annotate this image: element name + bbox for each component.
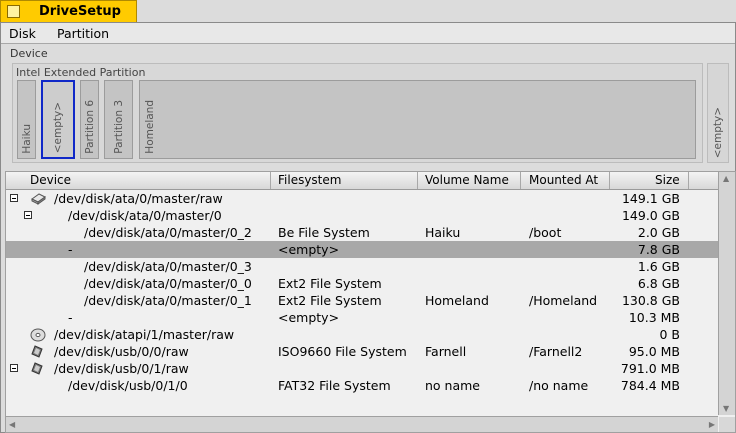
column-header-volume-name[interactable]: Volume Name xyxy=(425,173,509,188)
partition-table: Device Filesystem Volume Name Mounted At… xyxy=(5,171,736,433)
table-row[interactable]: - <empty> 7.8 GB xyxy=(6,241,718,258)
column-header-device[interactable]: Device xyxy=(30,173,71,188)
partition-segment-6[interactable]: Partition 6 xyxy=(80,80,99,159)
size-cell: 95.0 MB xyxy=(628,344,680,359)
segment-label: Partition 6 xyxy=(83,100,96,154)
device-cell: /dev/disk/ata/0/master/0_1 xyxy=(84,293,252,308)
column-header-mounted-at[interactable]: Mounted At xyxy=(529,173,598,188)
volume-name-cell: Homeland xyxy=(425,293,489,308)
device-cell: /dev/disk/usb/0/1/raw xyxy=(54,361,189,376)
size-cell: 784.4 MB xyxy=(620,378,680,393)
scroll-right-arrow-icon[interactable]: ▶ xyxy=(709,420,715,429)
device-cell: /dev/disk/ata/0/master/raw xyxy=(54,191,223,206)
partition-segment-empty-right[interactable]: <empty> xyxy=(707,63,729,163)
size-cell: 6.8 GB xyxy=(637,276,680,291)
device-section-label: Device xyxy=(10,47,48,60)
device-cell: /dev/disk/ata/0/master/0_2 xyxy=(84,225,252,240)
column-header-size[interactable]: Size xyxy=(655,173,680,188)
segment-label: <empty> xyxy=(52,101,64,153)
segment-label: <empty> xyxy=(712,106,724,158)
collapse-toggle-icon[interactable] xyxy=(24,211,32,219)
mounted-at-cell: /Homeland xyxy=(529,293,598,308)
device-cell: /dev/disk/atapi/1/master/raw xyxy=(54,327,235,342)
size-cell: 130.8 GB xyxy=(621,293,680,308)
scroll-down-arrow-icon[interactable]: ▼ xyxy=(723,404,729,413)
usb-drive-icon xyxy=(30,344,46,359)
table-row[interactable]: /dev/disk/usb/0/1/0 FAT32 File System no n… xyxy=(6,377,718,394)
close-button[interactable] xyxy=(7,5,20,18)
table-row[interactable]: /dev/disk/ata/0/master/0_3 1.6 GB xyxy=(6,258,718,275)
partition-segment-3[interactable]: Partition 3 xyxy=(104,80,133,159)
table-row[interactable]: /dev/disk/atapi/1/master/raw 0 B xyxy=(6,326,718,343)
size-cell: 10.3 MB xyxy=(628,310,680,325)
segment-label: Homeland xyxy=(144,100,156,154)
table-row[interactable]: - <empty> 10.3 MB xyxy=(6,309,718,326)
table-header: Device Filesystem Volume Name Mounted At… xyxy=(6,172,718,190)
table-row[interactable]: /dev/disk/ata/0/master/raw 149.1 GB xyxy=(6,190,718,207)
drivesetup-window: Disk Partition Device Intel Extended Par… xyxy=(0,22,736,433)
resize-corner[interactable] xyxy=(719,417,735,432)
column-header-filesystem[interactable]: Filesystem xyxy=(278,173,341,188)
filesystem-cell: <empty> xyxy=(278,310,340,325)
device-cell: /dev/disk/ata/0/master/0_0 xyxy=(84,276,252,291)
partition-segment-haiku[interactable]: Haiku xyxy=(17,80,36,159)
device-cell: /dev/disk/ata/0/master/0 xyxy=(68,208,222,223)
table-row[interactable]: /dev/disk/usb/0/1/raw 791.0 MB xyxy=(6,360,718,377)
filesystem-cell: FAT32 File System xyxy=(278,378,391,393)
extended-partition-label: Intel Extended Partition xyxy=(16,66,146,79)
segment-label: Partition 3 xyxy=(112,100,125,154)
size-cell: 149.0 GB xyxy=(621,208,680,223)
menu-partition[interactable]: Partition xyxy=(57,26,109,41)
filesystem-cell: <empty> xyxy=(278,242,340,257)
segment-label: Haiku xyxy=(20,124,33,154)
mounted-at-cell: /boot xyxy=(529,225,562,240)
filesystem-cell: ISO9660 File System xyxy=(278,344,407,359)
volume-name-cell: Haiku xyxy=(425,225,461,240)
filesystem-cell: Ext2 File System xyxy=(278,276,382,291)
scroll-up-arrow-icon[interactable]: ▲ xyxy=(723,174,729,183)
size-cell: 0 B xyxy=(659,327,680,342)
size-cell: 791.0 MB xyxy=(620,361,680,376)
window-title-tab[interactable]: DriveSetup xyxy=(0,0,137,22)
menu-disk[interactable]: Disk xyxy=(9,26,36,41)
volume-name-cell: Farnell xyxy=(425,344,467,359)
mounted-at-cell: /no name xyxy=(529,378,589,393)
scroll-left-arrow-icon[interactable]: ◀ xyxy=(9,420,15,429)
collapse-toggle-icon[interactable] xyxy=(10,364,18,372)
table-row[interactable]: /dev/disk/usb/0/0/raw ISO9660 File System… xyxy=(6,343,718,360)
table-row[interactable]: /dev/disk/ata/0/master/0_2 Be File System… xyxy=(6,224,718,241)
table-row[interactable]: /dev/disk/ata/0/master/0_1 Ext2 File Syst… xyxy=(6,292,718,309)
filesystem-cell: Be File System xyxy=(278,225,370,240)
device-cell: /dev/disk/usb/0/0/raw xyxy=(54,344,189,359)
partition-segment-homeland[interactable]: Homeland xyxy=(139,80,696,159)
table-row[interactable]: /dev/disk/ata/0/master/0_0 Ext2 File Syst… xyxy=(6,275,718,292)
size-cell: 2.0 GB xyxy=(637,225,680,240)
volume-name-cell: no name xyxy=(425,378,480,393)
partition-segment-empty-selected[interactable]: <empty> xyxy=(41,80,75,159)
size-cell: 7.8 GB xyxy=(637,242,680,257)
collapse-toggle-icon[interactable] xyxy=(10,194,18,202)
device-cell: /dev/disk/ata/0/master/0_3 xyxy=(84,259,252,274)
usb-drive-icon xyxy=(30,361,46,376)
device-cell: - xyxy=(68,242,73,257)
filesystem-cell: Ext2 File System xyxy=(278,293,382,308)
window-title: DriveSetup xyxy=(39,4,121,19)
table-row[interactable]: /dev/disk/ata/0/master/0 149.0 GB xyxy=(6,207,718,224)
device-cell: - xyxy=(68,310,73,325)
menu-bar: Disk Partition xyxy=(1,23,735,44)
mounted-at-cell: /Farnell2 xyxy=(529,344,583,359)
size-cell: 1.6 GB xyxy=(637,259,680,274)
horizontal-scrollbar[interactable]: ◀ ▶ xyxy=(6,416,718,432)
size-cell: 149.1 GB xyxy=(621,191,680,206)
vertical-scrollbar[interactable]: ▲ ▼ xyxy=(718,172,735,415)
device-cell: /dev/disk/usb/0/1/0 xyxy=(68,378,188,393)
hard-disk-icon xyxy=(30,191,46,206)
cd-icon xyxy=(30,327,46,342)
